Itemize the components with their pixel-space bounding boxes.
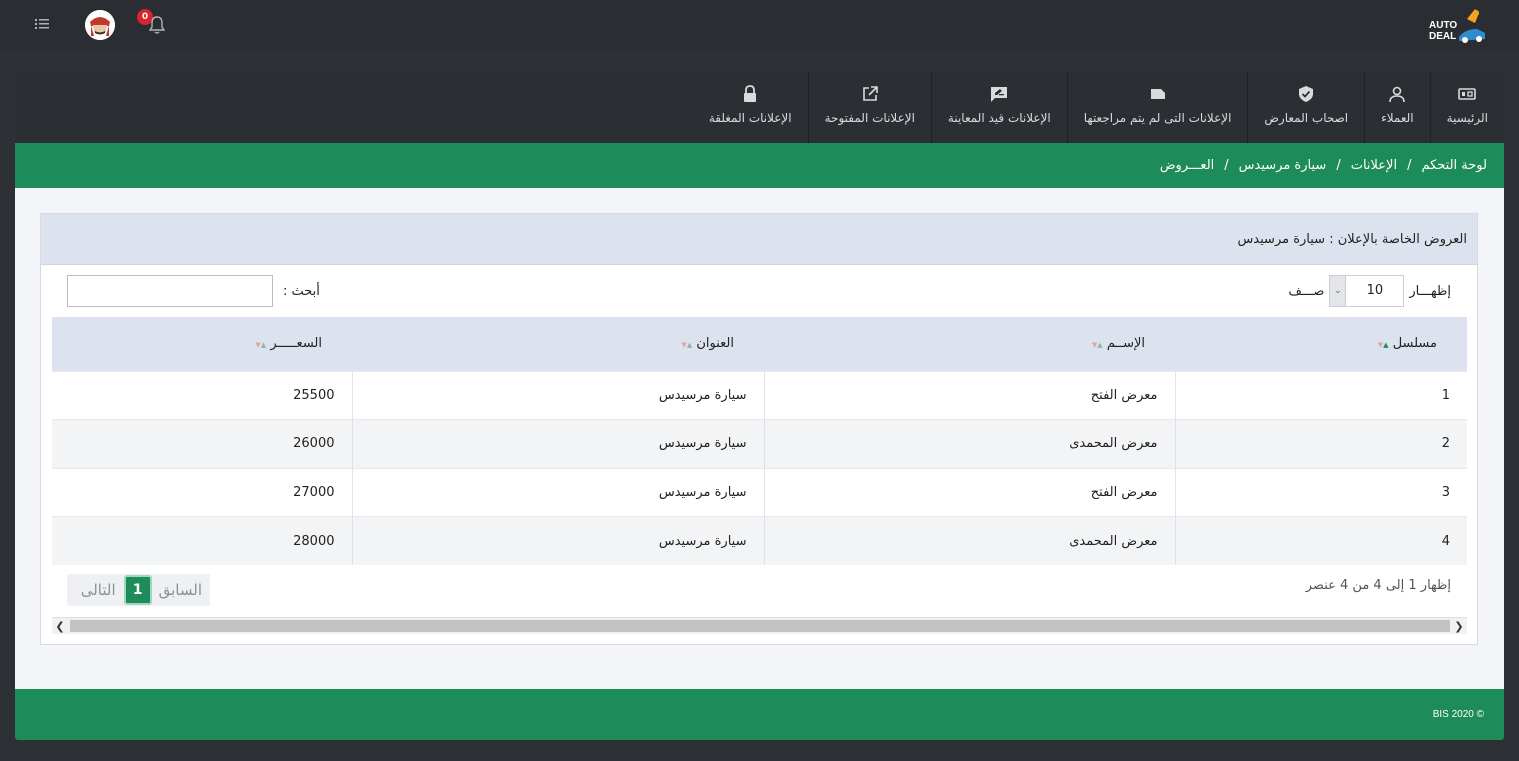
offers-table: مسلسل ▲▼ الإســم ▲▼ العنوان ▲▼ السعـــــ… [52, 317, 1467, 565]
scroll-right-icon[interactable]: ❯ [1451, 618, 1467, 634]
chevron-down-icon: ⌄ [1330, 276, 1347, 306]
cell-price: 28000 [293, 533, 335, 549]
main-nav: الرئيسية العملاء اصحاب المعارض الإعلانات… [15, 72, 1504, 143]
nav-item-closed-ads[interactable]: الإعلانات المغلقة [693, 72, 808, 143]
cell-address: سيارة مرسيدس [351, 468, 764, 517]
column-header-label: الإســم [1106, 336, 1145, 352]
lock-icon [744, 85, 757, 102]
breadcrumb-item-ads[interactable]: الإعلانات [1351, 158, 1397, 173]
nav-item-showroom-owners[interactable]: اصحاب المعارض [1247, 72, 1364, 143]
page-length-select[interactable]: 10 ⌄ [1329, 275, 1405, 307]
breadcrumb-separator: / [1224, 158, 1229, 173]
column-header-label: السعـــــر [270, 336, 322, 352]
column-header-name[interactable]: الإســم ▲▼ [764, 317, 1175, 371]
top-bar: AUTO DEAL 0 [0, 0, 1519, 51]
page-1-button[interactable]: 1 [123, 575, 152, 605]
cell-address: سيارة مرسيدس [351, 371, 764, 420]
shield-icon [1299, 86, 1314, 102]
nav-label-home: الرئيسية [1446, 111, 1488, 125]
breadcrumb-item-ad[interactable]: سيارة مرسيدس [1239, 158, 1327, 173]
cell-price: 27000 [293, 484, 335, 500]
sort-icon: ▲▼ [1377, 341, 1389, 350]
sort-icon: ▲▼ [681, 341, 693, 350]
main-content: العروض الخاصة بالإعلان : سيارة مرسيدس إظ… [15, 188, 1504, 689]
nav-label-under-review-ads: الإعلانات قيد المعاينة [947, 111, 1051, 125]
cell-name: معرض الفتح [763, 371, 1175, 420]
sort-icon: ▲▼ [1091, 341, 1103, 350]
page-length-control: إظهـــار 10 ⌄ صـــف [1288, 275, 1451, 307]
cell-serial: 3 [1174, 468, 1467, 517]
footer: BIS 2020 © [15, 689, 1504, 740]
scrollbar-thumb[interactable] [70, 620, 1450, 632]
cell-address: سيارة مرسيدس [351, 516, 764, 565]
breadcrumb-item-offers: العـــروض [1159, 158, 1215, 173]
cell-name: معرض المحمدى [763, 419, 1175, 468]
breadcrumb-item-dashboard[interactable]: لوحة التحكم [1421, 158, 1487, 173]
prev-page-button[interactable]: السابق [152, 581, 210, 599]
search-control: أبحث : [67, 275, 320, 307]
app-logo[interactable]: AUTO DEAL [1427, 7, 1489, 45]
cell-name: معرض المحمدى [763, 516, 1175, 565]
table-row[interactable]: 4 معرض المحمدى سيارة مرسيدس 28000 [52, 516, 1467, 565]
column-header-label: العنوان [696, 336, 734, 352]
bell-icon[interactable] [148, 15, 166, 35]
nav-item-clients[interactable]: العملاء [1364, 72, 1430, 143]
nav-item-home[interactable]: الرئيسية [1429, 72, 1504, 143]
table-row[interactable]: 2 معرض المحمدى سيارة مرسيدس 26000 [52, 419, 1467, 468]
breadcrumb: لوحة التحكم / الإعلانات / سيارة مرسيدس /… [15, 143, 1504, 188]
nav-item-open-ads[interactable]: الإعلانات المفتوحة [807, 72, 931, 143]
next-page-button[interactable]: التالى [73, 581, 124, 599]
cell-price: 25500 [293, 387, 335, 403]
table-info: إظهار 1 إلى 4 من 4 عنصر [1305, 578, 1451, 593]
car-logo-icon [1459, 9, 1485, 43]
rows-label: صـــف [1288, 283, 1325, 299]
cell-address: سيارة مرسيدس [351, 419, 764, 468]
column-header-address[interactable]: العنوان ▲▼ [352, 317, 764, 371]
user-icon [1389, 86, 1406, 103]
nav-label-closed-ads: الإعلانات المغلقة [708, 111, 792, 125]
external-link-icon [862, 86, 878, 101]
sort-icon: ▲▼ [255, 341, 267, 350]
avatar-icon [85, 10, 115, 40]
logo-text-auto: AUTO [1429, 20, 1458, 31]
column-header-serial[interactable]: مسلسل ▲▼ [1175, 317, 1467, 371]
user-avatar[interactable] [85, 10, 115, 40]
menu-list-icon[interactable] [35, 17, 49, 31]
table-row[interactable]: 1 معرض الفتح سيارة مرسيدس 25500 [52, 371, 1467, 420]
nav-label-unreviewed-ads: الإعلانات التى لم يتم مراجعتها [1083, 111, 1232, 125]
nav-label-clients: العملاء [1381, 111, 1414, 125]
breadcrumb-separator: / [1407, 158, 1412, 173]
review-icon [991, 87, 1008, 102]
show-label: إظهـــار [1409, 283, 1451, 299]
cell-serial: 4 [1174, 516, 1467, 565]
offers-card: العروض الخاصة بالإعلان : سيارة مرسيدس إظ… [40, 213, 1478, 645]
cell-serial: 2 [1174, 419, 1467, 468]
table-header-row: مسلسل ▲▼ الإســم ▲▼ العنوان ▲▼ السعـــــ… [52, 317, 1467, 371]
column-header-label: مسلسل [1392, 336, 1437, 352]
tag-icon [1150, 89, 1165, 99]
dashboard-icon [1458, 88, 1477, 100]
page-length-value: 10 [1366, 283, 1384, 298]
cell-serial: 1 [1174, 371, 1467, 420]
cell-price: 26000 [293, 436, 335, 452]
cell-name: معرض الفتح [763, 468, 1175, 517]
nav-label-open-ads: الإعلانات المفتوحة [824, 111, 915, 125]
nav-label-showroom-owners: اصحاب المعارض [1264, 111, 1349, 125]
card-header: العروض الخاصة بالإعلان : سيارة مرسيدس [41, 214, 1477, 265]
search-input[interactable] [67, 275, 273, 307]
table-row[interactable]: 3 معرض الفتح سيارة مرسيدس 27000 [52, 468, 1467, 517]
logo-text-deal: DEAL [1429, 31, 1457, 42]
card-title: العروض الخاصة بالإعلان : سيارة مرسيدس [1237, 231, 1467, 247]
horizontal-scrollbar[interactable]: ❮ ❯ [52, 617, 1467, 634]
copyright-text: BIS 2020 © [1432, 709, 1484, 720]
pagination: السابق 1 التالى [67, 574, 210, 606]
column-header-price[interactable]: السعـــــر ▲▼ [52, 317, 352, 371]
breadcrumb-separator: / [1336, 158, 1341, 173]
scroll-left-icon[interactable]: ❮ [52, 618, 68, 634]
nav-item-under-review-ads[interactable]: الإعلانات قيد المعاينة [930, 72, 1067, 143]
search-label: أبحث : [283, 283, 320, 299]
nav-item-unreviewed-ads[interactable]: الإعلانات التى لم يتم مراجعتها [1066, 72, 1248, 143]
